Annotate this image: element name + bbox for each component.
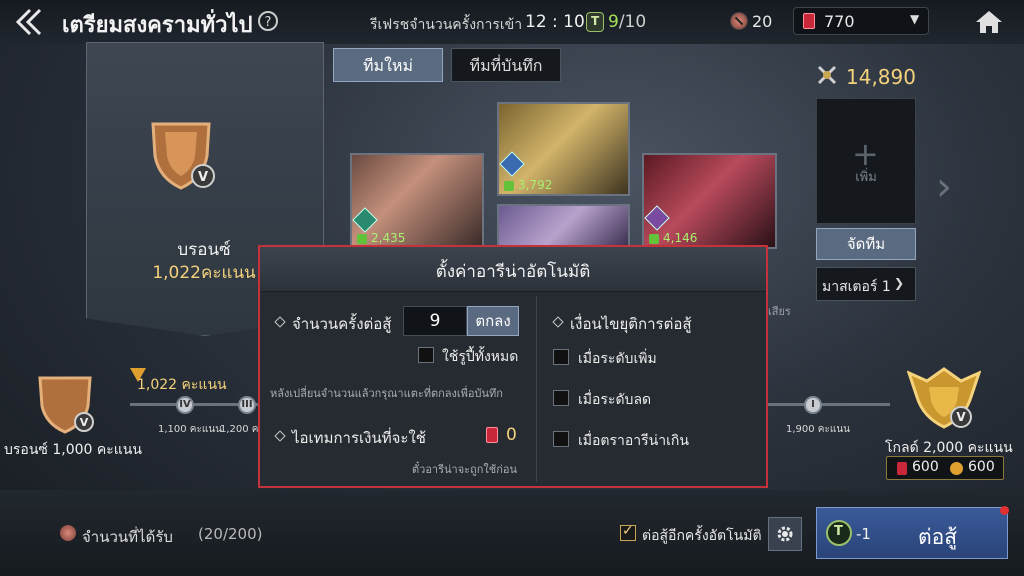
currency-item-label: ไอเทมการเงินที่จะใช้: [292, 429, 426, 447]
gold-rank-emblem-icon: V: [907, 367, 981, 429]
received-label: จำนวนที่ได้รับ: [82, 528, 173, 546]
back-arrow-icon[interactable]: [12, 6, 52, 38]
medal-icon: [730, 12, 748, 30]
power-icon: [504, 181, 514, 191]
tab-new-team[interactable]: ทีมใหม่: [333, 48, 443, 82]
tier-score: 1,900 คะแนน: [786, 424, 850, 435]
ruby-icon: [486, 427, 498, 443]
chevron-right-icon[interactable]: ›: [936, 164, 952, 210]
gem-count: 770: [824, 12, 855, 31]
arena-ticket-icon: [586, 12, 604, 32]
tier-node: IV: [176, 396, 194, 414]
gear-icon: [777, 526, 793, 542]
gold-icon: [950, 462, 963, 475]
tier-score: 1,100 คะแนน: [158, 424, 222, 435]
fight-button-label: ต่อสู้: [918, 525, 958, 549]
dialog-title: ตั้งค่าอารีน่าอัตโนมัติ: [435, 262, 591, 282]
power-icon: [649, 234, 659, 244]
reward-gems: 600: [912, 459, 939, 475]
refresh-label: รีเฟรชจำนวนครั้งการเข้า: [370, 17, 523, 33]
chevron-down-icon[interactable]: ▼: [910, 12, 919, 26]
battle-count-label: จำนวนครั้งต่อสู้: [292, 315, 392, 333]
arena-ticket-icon: [826, 520, 852, 546]
stop-on-rank-up-checkbox[interactable]: [553, 349, 569, 365]
arrange-team-button[interactable]: จัดทีม: [816, 228, 916, 260]
hint-text: เสียร: [768, 305, 791, 318]
confirm-button[interactable]: ตกลง: [467, 306, 519, 336]
tier-node: III: [238, 396, 256, 414]
medal-icon: [60, 525, 76, 541]
hero-card[interactable]: [497, 102, 630, 196]
refresh-timer: 12 : 10: [525, 12, 585, 32]
stop-option-label: เมื่อตราอารีน่าเกิน: [578, 433, 689, 449]
home-icon[interactable]: [974, 9, 1004, 35]
save-note: หลังเปลี่ยนจำนวนแล้วกรุณาแตะที่ตกลงเพื่อ…: [270, 387, 503, 400]
stop-conditions-title: เงื่อนไขยุติการต่อสู้: [570, 315, 692, 333]
ruby-icon: [897, 462, 907, 475]
ticket-count: 9/10: [608, 12, 647, 32]
dialog-divider: [536, 296, 537, 482]
fight-ticket-cost: -1: [856, 525, 871, 543]
team-power: 14,890: [846, 65, 916, 89]
auto-rematch-label: ต่อสู้อีกครั้งอัตโนมัติ: [642, 528, 762, 544]
auto-rematch-checkbox[interactable]: [620, 523, 636, 541]
hero-power: 3,792: [518, 178, 553, 192]
svg-text:V: V: [956, 410, 966, 424]
medal-count: 20: [752, 12, 773, 31]
use-all-label: ใช้รูปี้ทั้งหมด: [442, 349, 519, 365]
use-all-checkbox[interactable]: [418, 347, 434, 363]
page-title: เตรียมสงครามทั่วไป: [62, 13, 253, 38]
reward-gold: 600: [968, 459, 995, 475]
svg-text:V: V: [80, 416, 89, 429]
power-icon: [357, 234, 367, 244]
add-hero-label: เพิ่ม: [855, 170, 877, 185]
ruby-icon: [803, 13, 815, 29]
help-icon[interactable]: ?: [258, 11, 278, 31]
stop-option-label: เมื่อระดับลด: [578, 392, 652, 408]
current-rank-threshold: บรอนซ์ 1,000 คะแนน: [4, 442, 142, 458]
bronze-rank-emblem-icon: V: [38, 376, 94, 434]
currency-note: ตั๋วอารีน่าจะถูกใช้ก่อน: [412, 463, 518, 476]
tab-saved-team[interactable]: ทีมที่บันทึก: [451, 48, 561, 82]
stop-on-medal-cap-checkbox[interactable]: [553, 431, 569, 447]
battle-count-input[interactable]: 9: [403, 306, 467, 336]
hero-power: 4,146: [663, 231, 698, 245]
chevron-down-icon[interactable]: ❯: [894, 276, 904, 290]
hero-card[interactable]: [497, 204, 630, 248]
current-score-marker: 1,022 คะแนน: [137, 377, 227, 393]
received-count: (20/200): [198, 525, 263, 543]
bronze-rank-emblem-icon: V: [151, 122, 215, 190]
crossed-swords-icon: [817, 65, 837, 85]
stop-option-label: เมื่อระดับเพิ่ม: [578, 351, 657, 367]
master-select-label: มาสเตอร์ 1: [822, 279, 891, 295]
tier-node: I: [804, 396, 822, 414]
currency-item-count: 0: [506, 425, 517, 445]
stop-on-rank-down-checkbox[interactable]: [553, 390, 569, 406]
notification-dot: [1000, 506, 1009, 515]
svg-text:V: V: [198, 170, 208, 185]
hero-power: 2,435: [371, 231, 406, 245]
